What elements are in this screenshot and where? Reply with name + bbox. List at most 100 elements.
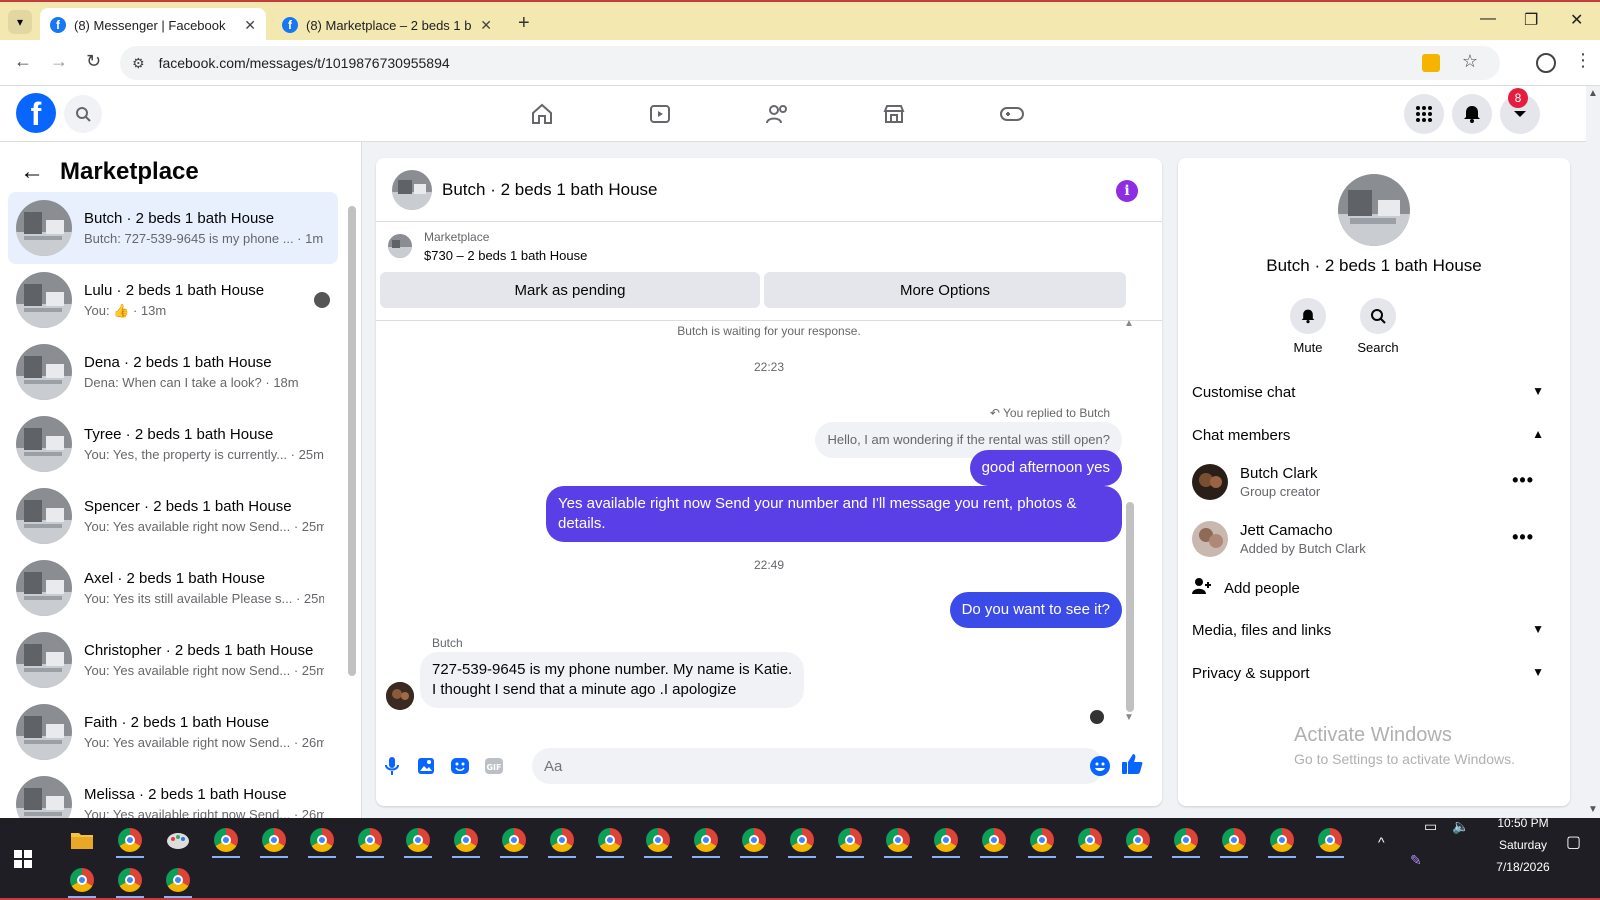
photo-icon[interactable]	[416, 756, 436, 776]
chrome-icon[interactable]	[350, 822, 390, 858]
home-icon[interactable]	[528, 100, 556, 128]
chrome-icon[interactable]	[782, 822, 822, 858]
chat-scroll-down-icon[interactable]: ▼	[1124, 712, 1134, 723]
more-options-button[interactable]: More Options	[764, 272, 1126, 308]
incoming-message[interactable]: 727-539-9645 is my phone number. My name…	[420, 652, 805, 708]
member-row[interactable]: Jett Camacho Added by Butch Clark •••	[1192, 515, 1552, 563]
restore-icon[interactable]: ❐	[1524, 10, 1538, 30]
back-arrow-icon[interactable]: ←	[20, 158, 44, 186]
chrome-icon[interactable]	[206, 822, 246, 858]
chrome-icon[interactable]	[254, 822, 294, 858]
site-settings-icon[interactable]: ⚙	[132, 55, 145, 72]
outgoing-message[interactable]: Yes available right now Send your number…	[546, 486, 1122, 542]
more-options-icon[interactable]: •••	[1512, 527, 1534, 548]
page-scroll-up-icon[interactable]: ▲	[1588, 88, 1598, 99]
new-tab-button[interactable]: +	[518, 12, 530, 35]
sticker-icon[interactable]	[450, 756, 470, 776]
chat-info-avatar[interactable]	[1338, 174, 1410, 246]
chrome-icon[interactable]	[110, 822, 150, 858]
chrome-icon[interactable]	[446, 822, 486, 858]
like-thumbs-up-icon[interactable]	[1120, 752, 1144, 781]
minimize-icon[interactable]: —	[1480, 10, 1496, 28]
conversation-item[interactable]: Dena · 2 beds 1 bath House Dena: When can…	[8, 336, 338, 408]
chrome-icon[interactable]	[974, 822, 1014, 858]
chrome-icon[interactable]	[1118, 822, 1158, 858]
gif-icon[interactable]: GIF	[484, 756, 504, 776]
forward-icon[interactable]: →	[50, 51, 68, 72]
tab-marketplace[interactable]: f (8) Marketplace – 2 beds 1 bath ✕	[272, 8, 502, 42]
customise-chat-row[interactable]: Customise chat ▼	[1192, 372, 1552, 412]
chrome-icon[interactable]	[878, 822, 918, 858]
reload-icon[interactable]: ↻	[86, 51, 101, 72]
chrome-icon[interactable]	[1166, 822, 1206, 858]
conversation-item[interactable]: Tyree · 2 beds 1 bath House You: Yes, the…	[8, 408, 338, 480]
tab-search-dropdown[interactable]: ▾	[8, 10, 32, 34]
conversation-item[interactable]: Axel · 2 beds 1 bath House You: Yes its s…	[8, 552, 338, 624]
chrome-icon[interactable]	[1262, 822, 1302, 858]
menu-grid-icon[interactable]	[1404, 94, 1444, 134]
facebook-logo-icon[interactable]: f	[16, 93, 56, 133]
emoji-icon[interactable]	[1090, 756, 1110, 776]
chat-scrollbar[interactable]	[1126, 502, 1134, 712]
video-icon[interactable]	[646, 100, 674, 128]
chrome-icon[interactable]	[1310, 822, 1350, 858]
install-app-icon[interactable]	[1422, 54, 1440, 72]
search-icon[interactable]	[64, 95, 102, 133]
search-in-chat-button[interactable]: Search	[1348, 298, 1408, 355]
chrome-icon[interactable]	[494, 822, 534, 858]
chrome-icon[interactable]	[1070, 822, 1110, 858]
notification-center-icon[interactable]: ▢	[1566, 832, 1581, 852]
chrome-icon[interactable]	[158, 862, 198, 898]
info-icon[interactable]: i	[1116, 180, 1138, 202]
chat-members-row[interactable]: Chat members ▲	[1192, 415, 1552, 455]
page-scroll-down-icon[interactable]: ▼	[1588, 804, 1598, 815]
chrome-icon[interactable]	[638, 822, 678, 858]
browser-menu-icon[interactable]: ⋮	[1574, 50, 1592, 71]
mute-button[interactable]: Mute	[1278, 298, 1338, 355]
sender-avatar[interactable]	[386, 682, 414, 710]
chrome-icon[interactable]	[110, 862, 150, 898]
outgoing-message[interactable]: Do you want to see it?	[949, 592, 1122, 628]
tab-messenger[interactable]: f (8) Messenger | Facebook ✕	[40, 8, 266, 42]
chrome-icon[interactable]	[302, 822, 342, 858]
marketplace-icon[interactable]	[880, 100, 908, 128]
chrome-icon[interactable]	[1022, 822, 1062, 858]
add-people-row[interactable]: Add people	[1192, 568, 1552, 608]
sidebar-scrollbar[interactable]	[348, 206, 356, 676]
member-row[interactable]: Butch Clark Group creator •••	[1192, 458, 1552, 506]
microphone-icon[interactable]	[382, 756, 402, 776]
chrome-icon[interactable]	[1214, 822, 1254, 858]
chrome-icon[interactable]	[62, 862, 102, 898]
privacy-support-row[interactable]: Privacy & support ▼	[1192, 653, 1552, 693]
chrome-icon[interactable]	[542, 822, 582, 858]
windows-start-icon[interactable]	[14, 850, 32, 868]
tray-overflow-icon[interactable]: ^	[1378, 834, 1385, 850]
network-icon[interactable]: ▭	[1424, 818, 1437, 835]
conversation-item[interactable]: Lulu · 2 beds 1 bath House You: 👍 · 13m	[8, 264, 338, 336]
chrome-icon[interactable]	[590, 822, 630, 858]
volume-icon[interactable]: 🔈	[1452, 818, 1469, 835]
url-text[interactable]: facebook.com/messages/t/1019876730955894	[159, 55, 450, 71]
close-window-icon[interactable]: ✕	[1570, 10, 1583, 30]
chrome-icon[interactable]	[398, 822, 438, 858]
pen-icon[interactable]: ✎	[1410, 852, 1422, 869]
conversation-item[interactable]: Spencer · 2 beds 1 bath House You: Yes av…	[8, 480, 338, 552]
chrome-icon[interactable]	[686, 822, 726, 858]
conversation-item[interactable]: Christopher · 2 beds 1 bath House You: Ye…	[8, 624, 338, 696]
mark-as-pending-button[interactable]: Mark as pending	[380, 272, 760, 308]
omnibox[interactable]: ⚙ facebook.com/messages/t/10198767309558…	[120, 46, 1500, 80]
outgoing-message[interactable]: good afternoon yes	[969, 450, 1122, 486]
chrome-icon[interactable]	[926, 822, 966, 858]
notifications-bell-icon[interactable]	[1452, 94, 1492, 134]
more-options-icon[interactable]: •••	[1512, 470, 1534, 491]
file-explorer-icon[interactable]	[62, 822, 102, 858]
clock[interactable]: 10:50 PM Saturday 7/18/2026	[1478, 816, 1568, 874]
message-input[interactable]	[532, 748, 1104, 784]
chat-scroll-up-icon[interactable]: ▲	[1124, 318, 1134, 329]
bookmark-star-icon[interactable]: ☆	[1462, 51, 1478, 72]
chrome-icon[interactable]	[830, 822, 870, 858]
chat-title[interactable]: Butch · 2 beds 1 bath House	[442, 180, 657, 200]
profile-icon[interactable]	[1536, 53, 1556, 73]
conversation-item[interactable]: Butch · 2 beds 1 bath House Butch: 727-53…	[8, 192, 338, 264]
paint-app-icon[interactable]	[158, 822, 198, 858]
